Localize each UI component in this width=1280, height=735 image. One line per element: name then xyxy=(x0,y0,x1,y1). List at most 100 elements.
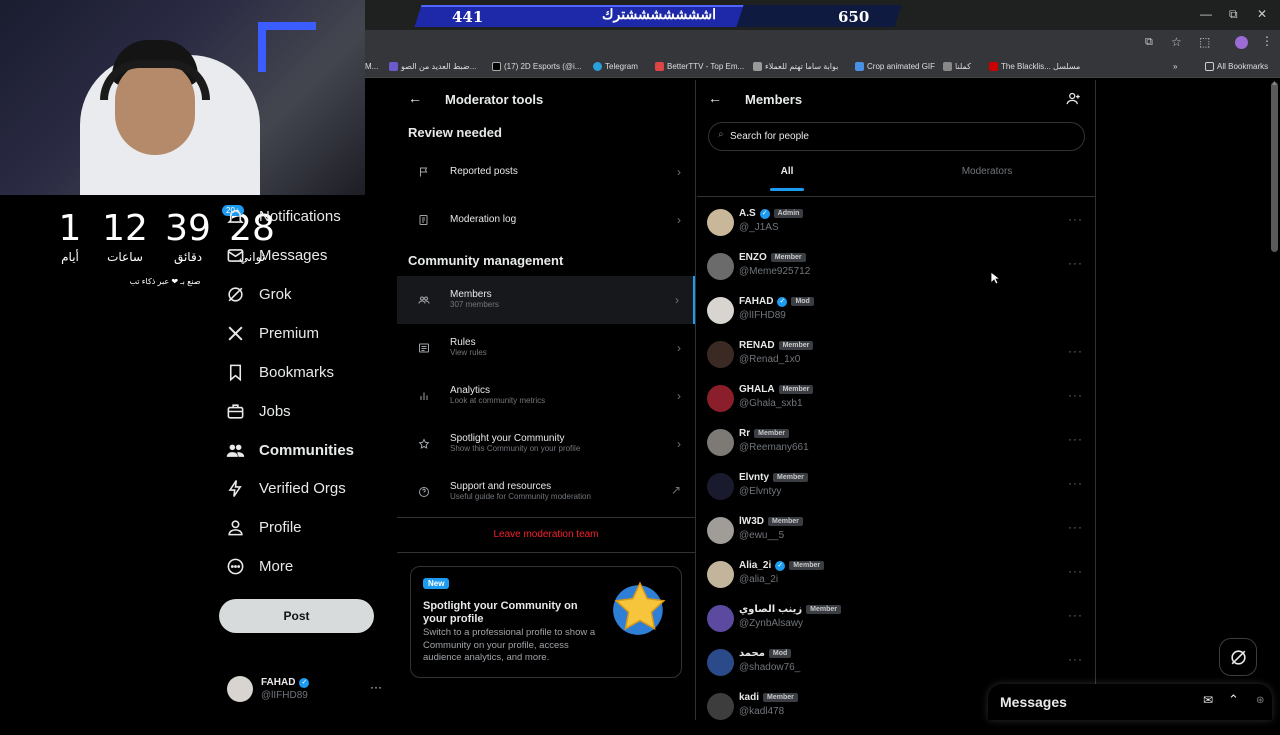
member-row[interactable]: GHALA Member @Ghala_sxb1 ··· xyxy=(697,383,1095,427)
more-dots-icon[interactable]: ··· xyxy=(1068,608,1083,622)
add-member-icon[interactable] xyxy=(1066,91,1081,106)
bookmark-item[interactable]: M... xyxy=(365,62,378,71)
avatar[interactable] xyxy=(707,209,734,236)
bookmark-item[interactable]: Crop animated GIF xyxy=(855,62,935,71)
new-message-icon[interactable]: ✉ xyxy=(1203,693,1213,707)
member-row[interactable]: lW3D Member @ewu__5 ··· xyxy=(697,515,1095,559)
member-row[interactable]: FAHAD ✓ Mod @lIFHD89 xyxy=(697,295,1095,339)
scrollbar[interactable] xyxy=(1271,82,1278,252)
address-bar[interactable]: ⧉ ☆ ⬚ ⋮ xyxy=(365,30,1280,56)
member-row[interactable]: RENAD Member @Renad_1x0 ··· xyxy=(697,339,1095,383)
member-row[interactable]: ENZO Member @Meme925712 ··· xyxy=(697,251,1095,295)
member-name[interactable]: A.S xyxy=(739,208,756,219)
nav-bookmarks[interactable]: Bookmarks xyxy=(226,357,334,387)
rules-row[interactable]: Rules View rules › xyxy=(397,324,695,372)
more-dots-icon[interactable]: ··· xyxy=(370,680,382,694)
minimize-icon[interactable]: — xyxy=(1200,7,1212,21)
members-row[interactable]: Members 307 members › xyxy=(397,276,695,324)
member-name[interactable]: Alia_2i xyxy=(739,560,771,571)
nav-verified-orgs[interactable]: Verified Orgs xyxy=(226,473,346,503)
bookmark-item[interactable]: The Blacklis... مسلسل xyxy=(989,62,1080,71)
member-name[interactable]: kadi xyxy=(739,692,759,703)
spotlight-row[interactable]: Spotlight your Community Show this Commu… xyxy=(397,420,695,468)
messages-drawer[interactable]: Messages ✉ ⌃ xyxy=(988,684,1272,720)
member-row[interactable]: زينب الصاوي Member @ZynbAlsawy ··· xyxy=(697,603,1095,647)
tab-all[interactable]: All xyxy=(697,166,877,196)
bookmark-item[interactable]: (17) 2D Esports (@i... xyxy=(492,62,581,71)
leave-moderation-button[interactable]: Leave moderation team xyxy=(397,529,695,540)
member-row[interactable]: Rr Member @Reemany661 ··· xyxy=(697,427,1095,471)
cast-icon[interactable]: ⧉ xyxy=(1145,36,1153,49)
avatar[interactable] xyxy=(707,429,734,456)
member-name[interactable]: GHALA xyxy=(739,384,775,395)
back-arrow-icon[interactable]: ← xyxy=(708,90,722,106)
avatar[interactable] xyxy=(707,561,734,588)
member-row[interactable]: A.S ✓ Admin @_J1AS ··· xyxy=(697,207,1095,251)
tab-moderators[interactable]: Moderators xyxy=(897,166,1077,196)
member-name[interactable]: Rr xyxy=(739,428,750,439)
avatar[interactable] xyxy=(707,605,734,632)
member-name[interactable]: FAHAD xyxy=(739,296,773,307)
more-dots-icon[interactable]: ··· xyxy=(1068,564,1083,578)
browser-menu-icon[interactable]: ⋮ xyxy=(1261,34,1273,48)
more-dots-icon[interactable]: ··· xyxy=(1068,520,1083,534)
member-name[interactable]: RENAD xyxy=(739,340,775,351)
grok-mini-icon[interactable]: ⊛ xyxy=(1256,695,1264,706)
post-button[interactable]: Post xyxy=(219,599,374,633)
bookmark-item[interactable]: ضبط العديد من الصو... xyxy=(389,62,476,71)
back-arrow-icon[interactable]: ← xyxy=(408,90,422,106)
nav-communities[interactable]: Communities xyxy=(226,435,354,465)
moderation-log-row[interactable]: Moderation log › xyxy=(397,196,695,244)
nav-profile[interactable]: Profile xyxy=(226,512,302,542)
member-name[interactable]: ENZO xyxy=(739,252,767,263)
grok-float-button[interactable] xyxy=(1219,638,1257,676)
search-input[interactable]: ⌕ Search for people xyxy=(708,122,1085,151)
avatar[interactable] xyxy=(707,341,734,368)
more-dots-icon[interactable]: ··· xyxy=(1068,388,1083,402)
more-dots-icon[interactable]: ··· xyxy=(1068,476,1083,490)
avatar[interactable] xyxy=(707,649,734,676)
more-dots-icon[interactable]: ··· xyxy=(1068,344,1083,358)
maximize-icon[interactable]: ⧉ xyxy=(1229,7,1238,22)
spotlight-promo-card[interactable]: New Spotlight your Community on your pro… xyxy=(410,566,682,678)
avatar[interactable] xyxy=(707,517,734,544)
member-name[interactable]: محمد xyxy=(739,648,765,659)
nav-messages[interactable]: Messages xyxy=(226,240,327,270)
member-row[interactable]: Elvnty Member @Elvntyy ··· xyxy=(697,471,1095,515)
more-dots-icon[interactable]: ··· xyxy=(1068,212,1083,226)
avatar[interactable] xyxy=(707,693,734,720)
reported-posts-row[interactable]: Reported posts › xyxy=(397,148,695,196)
avatar[interactable] xyxy=(707,253,734,280)
nav-jobs[interactable]: Jobs xyxy=(226,396,291,426)
bookmark-item[interactable]: كملنا xyxy=(943,62,971,71)
nav-grok[interactable]: Grok xyxy=(226,279,292,309)
bookmarks-overflow-icon[interactable]: » xyxy=(1173,62,1177,71)
account-switcher[interactable]: FAHAD ✓ @lIFHD89 ··· xyxy=(227,674,387,706)
scroll-up-icon[interactable]: ▲ xyxy=(1271,80,1278,87)
tab-label: Moderators xyxy=(961,166,1013,177)
nav-premium[interactable]: Premium xyxy=(226,318,319,348)
nav-more[interactable]: More xyxy=(226,551,293,581)
member-name[interactable]: زينب الصاوي xyxy=(739,604,802,615)
member-row[interactable]: Alia_2i ✓ Member @alia_2i ··· xyxy=(697,559,1095,603)
browser-profile-avatar[interactable] xyxy=(1235,36,1248,49)
more-dots-icon[interactable]: ··· xyxy=(1068,652,1083,666)
avatar[interactable] xyxy=(707,297,734,324)
bookmark-item[interactable]: Telegram xyxy=(593,62,638,71)
expand-icon[interactable]: ⌃ xyxy=(1228,692,1239,708)
avatar[interactable] xyxy=(707,473,734,500)
close-icon[interactable]: ✕ xyxy=(1257,7,1267,21)
analytics-row[interactable]: Analytics Look at community metrics › xyxy=(397,372,695,420)
more-dots-icon[interactable]: ··· xyxy=(1068,432,1083,446)
avatar[interactable] xyxy=(707,385,734,412)
member-name[interactable]: Elvnty xyxy=(739,472,769,483)
member-name[interactable]: lW3D xyxy=(739,516,764,527)
star-icon[interactable]: ☆ xyxy=(1171,35,1182,49)
bookmark-item[interactable]: بوابة ساما تهتم للعملاء xyxy=(753,62,838,71)
support-row[interactable]: Support and resources Useful guide for C… xyxy=(397,468,695,516)
more-dots-icon[interactable]: ··· xyxy=(1068,256,1083,270)
bookmark-item[interactable]: BetterTTV - Top Em... xyxy=(655,62,744,71)
all-bookmarks[interactable]: All Bookmarks xyxy=(1205,62,1268,71)
extensions-icon[interactable]: ⬚ xyxy=(1199,35,1210,49)
nav-notifications[interactable]: Notifications xyxy=(226,201,341,231)
